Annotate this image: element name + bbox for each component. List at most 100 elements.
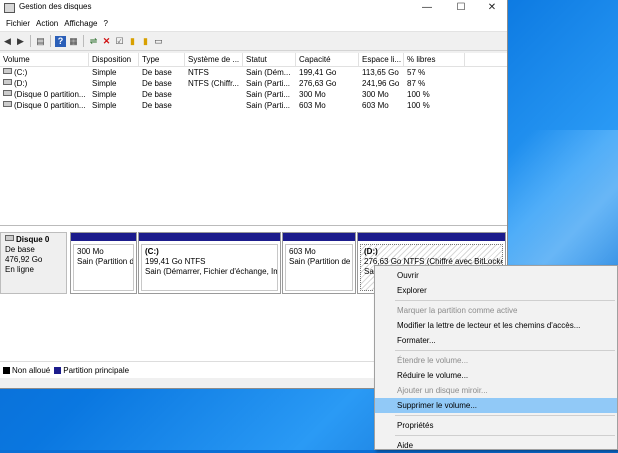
- close-button[interactable]: ✕: [477, 0, 507, 16]
- cell-status: Sain (Dém...: [246, 68, 291, 77]
- menu-affichage[interactable]: Affichage: [62, 16, 101, 31]
- import-icon[interactable]: ▮: [127, 36, 138, 47]
- cell-disposition: Simple: [92, 90, 117, 99]
- partition-color-bar: [71, 233, 136, 241]
- menu-action[interactable]: Action: [34, 16, 62, 31]
- partition-status: Sain (Démarrer, Fichier d'échange, Im: [145, 267, 278, 276]
- partition-name: (D:): [364, 247, 378, 256]
- properties-icon[interactable]: ▦: [68, 36, 79, 47]
- menu-item-properties[interactable]: Propriétés: [375, 418, 617, 433]
- context-menu: Ouvrir Explorer Marquer la partition com…: [374, 265, 618, 450]
- volume-list: Volume Disposition Type Système de ... S…: [0, 53, 507, 226]
- menu-help[interactable]: ?: [101, 16, 111, 31]
- cell-filesystem: NTFS (Chiffr...: [188, 79, 239, 88]
- partition-block-recovery-2[interactable]: 603 Mo Sain (Partition de r: [282, 232, 356, 294]
- forward-icon[interactable]: ▶: [15, 36, 26, 47]
- disk-management-app-icon: [4, 3, 15, 13]
- partition-color-bar: [139, 233, 280, 241]
- menu-bar: Fichier Action Affichage ?: [0, 16, 507, 31]
- cell-status: Sain (Parti...: [246, 79, 291, 88]
- check-icon[interactable]: ☑: [114, 36, 125, 47]
- column-header-free-space[interactable]: Espace li...: [359, 53, 404, 66]
- partition-color-bar: [283, 233, 355, 241]
- disk-info-panel[interactable]: Disque 0 De base 476,92 Go En ligne: [0, 232, 67, 294]
- minimize-button[interactable]: —: [412, 0, 442, 16]
- cell-percent-free: 100 %: [407, 90, 430, 99]
- menu-separator: [395, 435, 615, 436]
- legend-unallocated-swatch: [3, 366, 10, 374]
- menu-item-ouvrir[interactable]: Ouvrir: [375, 268, 617, 283]
- delete-icon[interactable]: ✕: [101, 36, 112, 47]
- disk-icon: [5, 235, 14, 241]
- column-header-capacity[interactable]: Capacité: [296, 53, 359, 66]
- menu-separator: [395, 300, 615, 301]
- table-row[interactable]: (C:) Simple De base NTFS Sain (Dém... 19…: [0, 67, 507, 78]
- maximize-button[interactable]: ☐: [446, 0, 476, 16]
- partition-status: Sain (Partition de r: [289, 257, 353, 266]
- cell-capacity: 199,41 Go: [299, 68, 337, 77]
- back-icon[interactable]: ◀: [2, 36, 13, 47]
- connect-icon[interactable]: ⇌: [88, 36, 99, 47]
- legend-unallocated-label: Non alloué: [12, 365, 51, 375]
- partition-size: 603 Mo: [289, 247, 316, 256]
- cell-filesystem: [185, 100, 243, 111]
- column-header-disposition[interactable]: Disposition: [89, 53, 139, 66]
- disk-size: 476,92 Go: [5, 255, 43, 264]
- column-header-volume[interactable]: Volume: [0, 53, 89, 66]
- title-bar: Gestion des disques — ☐ ✕: [0, 0, 507, 16]
- view-icon[interactable]: ▭: [153, 36, 164, 47]
- partition-block-recovery-1[interactable]: 300 Mo Sain (Partition d: [70, 232, 137, 294]
- table-row[interactable]: (Disque 0 partition... Simple De base Sa…: [0, 89, 507, 100]
- cell-capacity: 300 Mo: [299, 90, 326, 99]
- partition-name: (C:): [145, 247, 159, 256]
- cell-filesystem: [185, 89, 243, 100]
- column-header-percent-free[interactable]: % libres: [404, 53, 465, 66]
- cell-free-space: 603 Mo: [362, 101, 389, 110]
- menu-item-delete-volume[interactable]: Supprimer le volume...: [375, 398, 617, 413]
- cell-volume: (D:): [14, 79, 28, 88]
- cell-volume: (C:): [14, 68, 28, 77]
- disk-type: De base: [5, 245, 35, 254]
- cell-filesystem: NTFS: [188, 68, 209, 77]
- partition-block-c[interactable]: (C:) 199,41 Go NTFS Sain (Démarrer, Fich…: [138, 232, 281, 294]
- menu-item-format[interactable]: Formater...: [375, 333, 617, 348]
- column-header-filesystem[interactable]: Système de ...: [185, 53, 243, 66]
- help-icon[interactable]: ?: [55, 35, 66, 47]
- menu-item-extend-volume: Étendre le volume...: [397, 356, 469, 365]
- volume-icon: [3, 90, 12, 96]
- volume-icon: [3, 68, 12, 74]
- menu-item-help[interactable]: Aide: [375, 438, 617, 453]
- cell-status: Sain (Parti...: [246, 101, 291, 110]
- cell-free-space: 300 Mo: [362, 90, 389, 99]
- toolbar-separator: [50, 35, 51, 47]
- menu-separator: [395, 415, 615, 416]
- cell-volume: (Disque 0 partition...: [14, 101, 86, 110]
- toolbar-separator: [30, 35, 31, 47]
- legend-primary-swatch: [54, 366, 62, 374]
- cell-percent-free: 57 %: [407, 68, 426, 77]
- column-header-type[interactable]: Type: [139, 53, 185, 66]
- console-icon[interactable]: ▤: [35, 36, 46, 47]
- window-title: Gestion des disques: [19, 2, 92, 11]
- cell-volume: (Disque 0 partition...: [14, 90, 86, 99]
- cell-status: Sain (Parti...: [246, 90, 291, 99]
- cell-disposition: Simple: [92, 101, 117, 110]
- cell-free-space: 241,96 Go: [362, 79, 400, 88]
- menu-item-change-drive-letter[interactable]: Modifier la lettre de lecteur et les che…: [375, 318, 617, 333]
- disk-name: Disque 0: [16, 235, 50, 244]
- cell-type: De base: [142, 101, 172, 110]
- partition-size: 199,41 Go NTFS: [145, 257, 206, 266]
- menu-item-shrink-volume[interactable]: Réduire le volume...: [375, 368, 617, 383]
- menu-fichier[interactable]: Fichier: [4, 16, 34, 31]
- toolbar-separator: [83, 35, 84, 47]
- cell-type: De base: [142, 90, 172, 99]
- cell-type: De base: [142, 79, 172, 88]
- disk-status: En ligne: [5, 265, 34, 274]
- table-row[interactable]: (D:) Simple De base NTFS (Chiffr... Sain…: [0, 78, 507, 89]
- partition-status: Sain (Partition d: [77, 257, 134, 266]
- table-row[interactable]: (Disque 0 partition... Simple De base Sa…: [0, 100, 507, 111]
- column-header-status[interactable]: Statut: [243, 53, 296, 66]
- menu-item-explorer[interactable]: Explorer: [375, 283, 617, 298]
- cell-capacity: 603 Mo: [299, 101, 326, 110]
- export-icon[interactable]: ▮: [140, 36, 151, 47]
